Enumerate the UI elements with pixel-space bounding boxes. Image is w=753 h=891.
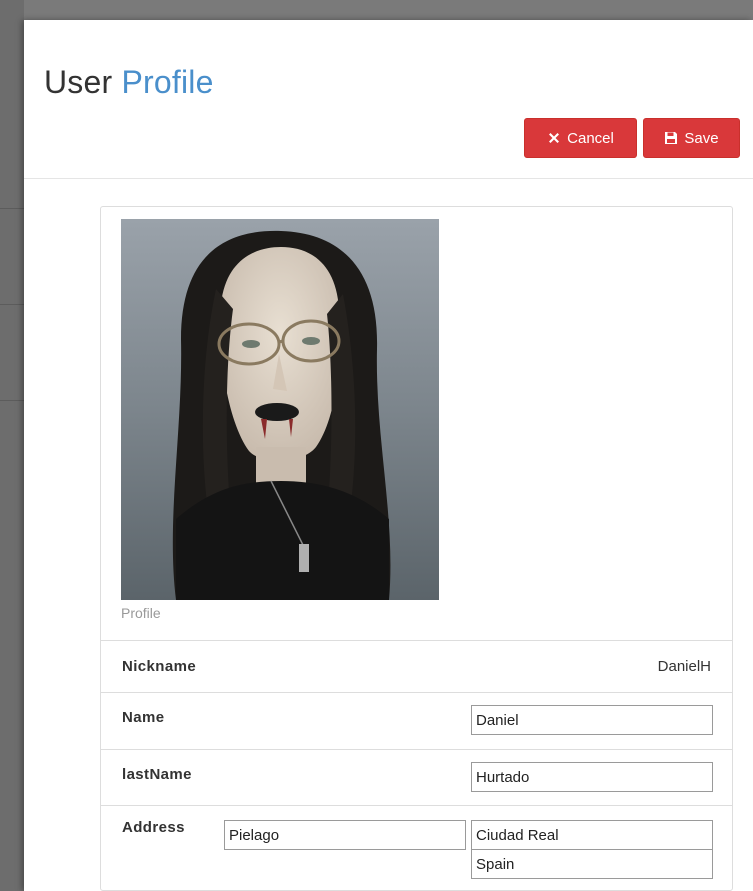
modal-backdrop[interactable]	[0, 0, 24, 891]
address-label: Address	[122, 819, 185, 836]
user-profile-modal: User Profile Cancel Save Profile Nicknam…	[24, 20, 753, 891]
profile-photo-caption: Profile	[121, 605, 161, 621]
save-button[interactable]: Save	[643, 118, 740, 158]
lastname-row: lastName	[101, 750, 732, 806]
address-country-input[interactable]	[471, 849, 713, 879]
profile-card: Profile Nickname DanielH Name lastName A…	[100, 206, 733, 891]
lastname-label: lastName	[122, 766, 192, 783]
backdrop-divider	[0, 304, 24, 305]
page-title-main: User	[44, 64, 113, 100]
nickname-label: Nickname	[122, 658, 197, 675]
page-title: User Profile	[44, 64, 214, 101]
modal-header: User Profile Cancel Save	[24, 20, 753, 179]
cancel-button[interactable]: Cancel	[524, 118, 637, 158]
lastname-input[interactable]	[471, 762, 713, 792]
nickname-value: DanielH	[657, 658, 711, 675]
nickname-row: Nickname DanielH	[101, 641, 732, 693]
name-input[interactable]	[471, 705, 713, 735]
backdrop-divider	[0, 208, 24, 209]
address-city-input[interactable]	[471, 820, 713, 850]
page-title-accent: Profile	[121, 64, 214, 100]
name-row: Name	[101, 693, 732, 750]
save-button-label: Save	[684, 129, 719, 147]
profile-photo-section: Profile	[101, 207, 732, 641]
address-street-input[interactable]	[224, 820, 466, 850]
backdrop-divider	[0, 400, 24, 401]
close-icon	[547, 131, 561, 145]
cancel-button-label: Cancel	[567, 129, 614, 147]
profile-photo	[121, 219, 439, 600]
floppy-disk-icon	[664, 131, 678, 145]
name-label: Name	[122, 709, 165, 726]
address-row: Address	[101, 806, 732, 890]
